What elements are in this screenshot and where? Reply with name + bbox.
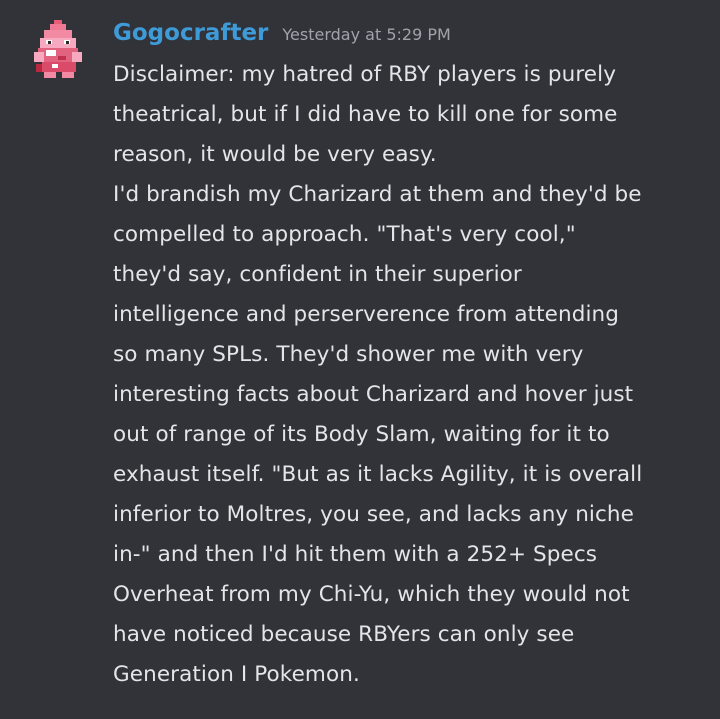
username[interactable]: Gogocrafter: [113, 20, 268, 46]
message-line: in-" and then I'd hit them with a 252+ S…: [113, 542, 598, 567]
avatar[interactable]: [24, 16, 92, 84]
message-line: inferior to Moltres, you see, and lacks …: [113, 502, 634, 527]
message-line: exhaust itself. "But as it lacks Agility…: [113, 462, 643, 487]
message-line: interesting facts about Charizard and ho…: [113, 382, 634, 407]
message-line: out of range of its Body Slam, waiting f…: [113, 422, 610, 447]
message-line: Generation I Pokemon.: [113, 662, 360, 687]
message-line: I'd brandish my Charizard at them and th…: [113, 182, 642, 207]
message-line: Disclaimer: my hatred of RBY players is …: [113, 62, 617, 87]
message-header: Gogocrafter Yesterday at 5:29 PM: [113, 20, 451, 50]
message-line: so many SPLs. They'd shower me with very: [113, 342, 584, 367]
message-line: compelled to approach. "That's very cool…: [113, 222, 576, 247]
chat-message: Gogocrafter Yesterday at 5:29 PM Disclai…: [0, 0, 720, 719]
timestamp[interactable]: Yesterday at 5:29 PM: [282, 25, 450, 44]
message-content: Disclaimer: my hatred of RBY players is …: [113, 55, 703, 695]
message-line: have noticed because RBYers can only see: [113, 622, 575, 647]
message-line: intelligence and perserverence from atte…: [113, 302, 620, 327]
message-line: theatrical, but if I did have to kill on…: [113, 102, 618, 127]
pixel-pokemon-avatar-icon: [34, 20, 82, 78]
message-line: they'd say, confident in their superior: [113, 262, 522, 287]
message-line: reason, it would be very easy.: [113, 142, 437, 167]
message-line: Overheat from my Chi-Yu, which they woul…: [113, 582, 630, 607]
